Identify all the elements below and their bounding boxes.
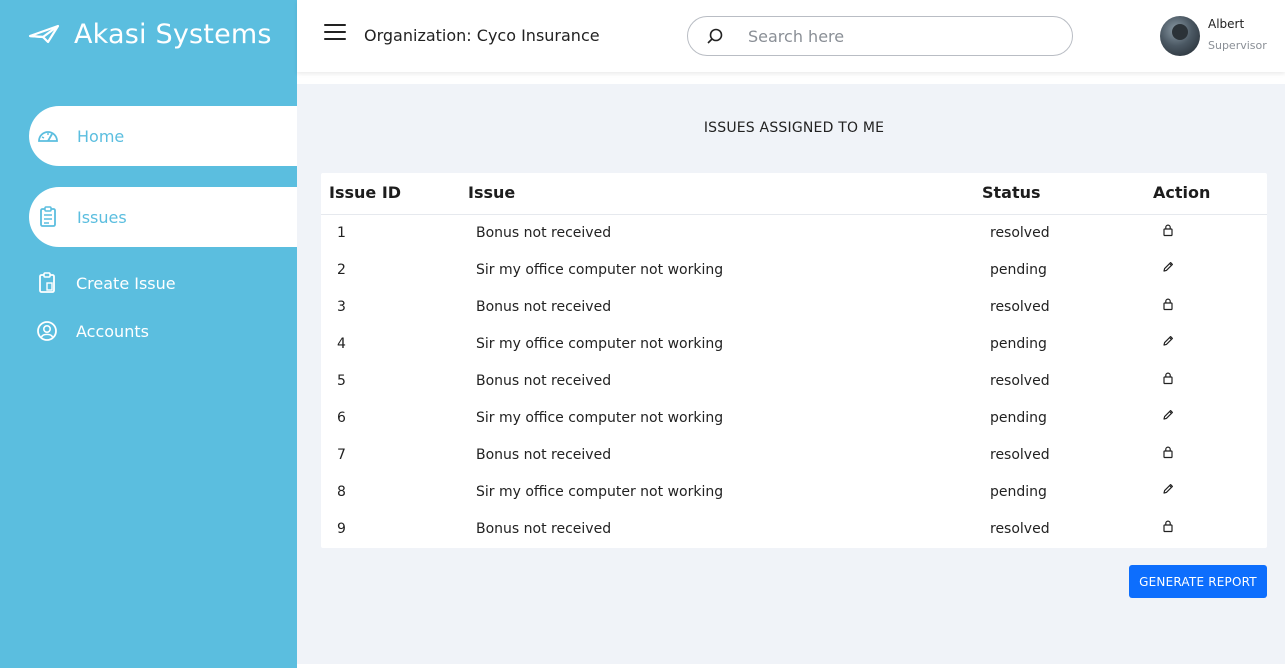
lock-icon[interactable]: [1161, 297, 1175, 311]
table-row[interactable]: 2 Sir my office computer not working pendi…: [321, 252, 1267, 289]
lock-icon[interactable]: [1161, 223, 1175, 237]
status-cell: pending: [990, 336, 1047, 352]
status-cell: resolved: [990, 225, 1050, 241]
issue-cell: Sir my office computer not working: [476, 410, 724, 426]
table-row[interactable]: 1 Bonus not received resolved: [321, 215, 1267, 252]
column-header-action: Action: [1153, 183, 1211, 202]
issue-cell: Bonus not received: [476, 373, 612, 389]
clipboard-list-icon: [37, 206, 59, 228]
user-role: Supervisor: [1208, 39, 1267, 52]
generate-report-button[interactable]: GENERATE REPORT: [1129, 565, 1267, 598]
status-cell: resolved: [990, 373, 1050, 389]
column-header-status[interactable]: Status: [982, 183, 1041, 202]
issue-id-cell: 6: [337, 410, 346, 426]
sidebar-item-issues[interactable]: Issues: [29, 187, 297, 247]
sidebar-item-create-issue[interactable]: Create Issue: [36, 268, 176, 298]
issue-cell: Sir my office computer not working: [476, 484, 724, 500]
issue-cell: Sir my office computer not working: [476, 262, 724, 278]
issue-cell: Bonus not received: [476, 299, 612, 315]
status-cell: pending: [990, 262, 1047, 278]
table-header: Issue ID Issue Status Action: [321, 173, 1267, 215]
search-input[interactable]: [748, 26, 1048, 46]
brand-title: Akasi Systems: [74, 18, 272, 50]
issue-cell: Sir my office computer not working: [476, 336, 724, 352]
issue-cell: Bonus not received: [476, 521, 612, 537]
status-cell: resolved: [990, 299, 1050, 315]
issue-id-cell: 5: [337, 373, 346, 389]
status-cell: resolved: [990, 521, 1050, 537]
sidebar-item-label: Create Issue: [76, 273, 176, 293]
column-header-issue[interactable]: Issue: [468, 183, 515, 202]
search-icon[interactable]: [706, 27, 724, 45]
lock-icon[interactable]: [1161, 445, 1175, 459]
table-row[interactable]: 6 Sir my office computer not working pendi…: [321, 400, 1267, 437]
sidebar-item-label: Accounts: [76, 321, 149, 341]
issue-id-cell: 3: [337, 299, 346, 315]
pencil-icon[interactable]: [1161, 408, 1175, 422]
issue-id-cell: 2: [337, 262, 346, 278]
issue-id-cell: 7: [337, 447, 346, 463]
sidebar-item-label: Issues: [77, 207, 127, 227]
lock-icon[interactable]: [1161, 519, 1175, 533]
pencil-icon[interactable]: [1161, 482, 1175, 496]
issue-cell: Bonus not received: [476, 225, 612, 241]
table-row[interactable]: 5 Bonus not received resolved: [321, 363, 1267, 400]
issue-id-cell: 8: [337, 484, 346, 500]
issue-id-cell: 9: [337, 521, 346, 537]
top-bar: Organization: Cyco Insurance Albert Supe…: [297, 0, 1285, 72]
issues-table: Issue ID Issue Status Action 1 Bonus not …: [321, 173, 1267, 548]
pencil-icon[interactable]: [1161, 260, 1175, 274]
lock-icon[interactable]: [1161, 371, 1175, 385]
issue-id-cell: 4: [337, 336, 346, 352]
clipboard-add-icon: [36, 272, 58, 294]
column-header-issue-id[interactable]: Issue ID: [329, 183, 401, 202]
avatar[interactable]: [1160, 16, 1200, 56]
sidebar: Akasi Systems Home Issues Create Issue A…: [0, 0, 297, 668]
table-row[interactable]: 7 Bonus not received resolved: [321, 437, 1267, 474]
issue-id-cell: 1: [337, 225, 346, 241]
organization-label: Organization: Cyco Insurance: [364, 26, 600, 45]
table-row[interactable]: 9 Bonus not received resolved: [321, 511, 1267, 548]
paper-plane-logo-icon: [28, 22, 60, 46]
issue-cell: Bonus not received: [476, 447, 612, 463]
status-cell: pending: [990, 484, 1047, 500]
page-title: ISSUES ASSIGNED TO ME: [703, 120, 885, 136]
dashboard-gauge-icon: [37, 125, 59, 147]
main-content: ISSUES ASSIGNED TO ME Issue ID Issue Sta…: [297, 84, 1285, 664]
brand[interactable]: Akasi Systems: [28, 14, 272, 54]
table-row[interactable]: 8 Sir my office computer not working pendi…: [321, 474, 1267, 511]
table-row[interactable]: 4 Sir my office computer not working pendi…: [321, 326, 1267, 363]
sidebar-item-label: Home: [77, 126, 125, 146]
status-cell: pending: [990, 410, 1047, 426]
sidebar-item-home[interactable]: Home: [29, 106, 297, 166]
sidebar-item-accounts[interactable]: Accounts: [36, 316, 149, 346]
menu-toggle-icon[interactable]: [324, 24, 346, 42]
search-box[interactable]: [687, 16, 1073, 56]
user-name[interactable]: Albert: [1208, 17, 1244, 31]
table-row[interactable]: 3 Bonus not received resolved: [321, 289, 1267, 326]
status-cell: resolved: [990, 447, 1050, 463]
user-circle-icon: [36, 320, 58, 342]
pencil-icon[interactable]: [1161, 334, 1175, 348]
